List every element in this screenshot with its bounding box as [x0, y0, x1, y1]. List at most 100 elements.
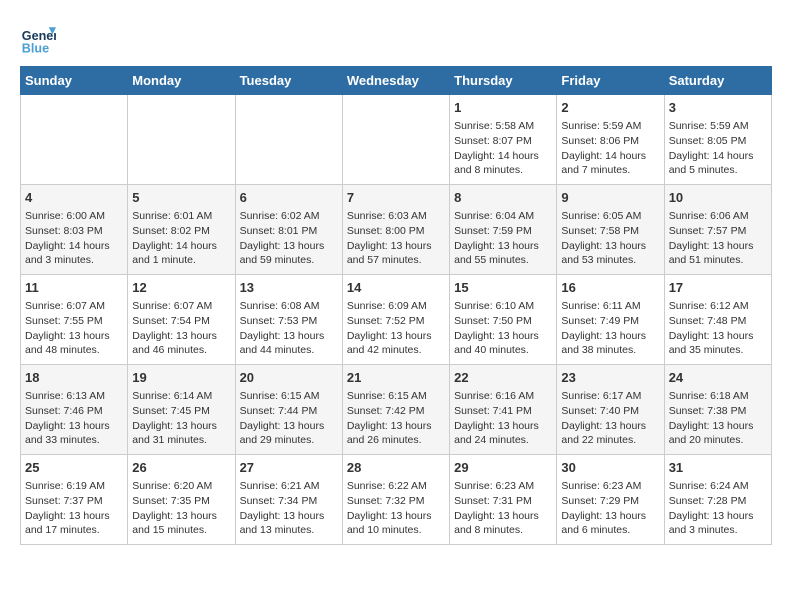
- day-detail: Sunrise: 6:20 AM Sunset: 7:35 PM Dayligh…: [132, 479, 230, 538]
- day-number: 19: [132, 369, 230, 387]
- logo-icon: General Blue: [20, 20, 56, 56]
- day-number: 12: [132, 279, 230, 297]
- day-detail: Sunrise: 6:00 AM Sunset: 8:03 PM Dayligh…: [25, 209, 123, 268]
- day-detail: Sunrise: 6:18 AM Sunset: 7:38 PM Dayligh…: [669, 389, 767, 448]
- calendar-cell: 1 Sunrise: 5:58 AM Sunset: 8:07 PM Daylig…: [450, 95, 557, 185]
- calendar-cell: 28 Sunrise: 6:22 AM Sunset: 7:32 PM Dayli…: [342, 455, 449, 545]
- day-number: 2: [561, 99, 659, 117]
- calendar-cell: 15 Sunrise: 6:10 AM Sunset: 7:50 PM Dayli…: [450, 275, 557, 365]
- calendar-table: SundayMondayTuesdayWednesdayThursdayFrid…: [20, 66, 772, 545]
- header-day-friday: Friday: [557, 67, 664, 95]
- day-detail: Sunrise: 6:22 AM Sunset: 7:32 PM Dayligh…: [347, 479, 445, 538]
- day-detail: Sunrise: 6:19 AM Sunset: 7:37 PM Dayligh…: [25, 479, 123, 538]
- day-number: 14: [347, 279, 445, 297]
- day-detail: Sunrise: 6:15 AM Sunset: 7:42 PM Dayligh…: [347, 389, 445, 448]
- logo: General Blue: [20, 20, 60, 56]
- calendar-cell: 23Sunrise: 6:17 AM Sunset: 7:40 PM Dayli…: [557, 365, 664, 455]
- day-number: 7: [347, 189, 445, 207]
- calendar-cell: 5Sunrise: 6:01 AM Sunset: 8:02 PM Daylig…: [128, 185, 235, 275]
- calendar-week-4: 18 Sunrise: 6:13 AM Sunset: 7:46 PM Dayli…: [21, 365, 772, 455]
- calendar-cell: 7 Sunrise: 6:03 AM Sunset: 8:00 PM Daylig…: [342, 185, 449, 275]
- calendar-cell: 27Sunrise: 6:21 AM Sunset: 7:34 PM Dayli…: [235, 455, 342, 545]
- calendar-header-row: SundayMondayTuesdayWednesdayThursdayFrid…: [21, 67, 772, 95]
- day-number: 30: [561, 459, 659, 477]
- day-detail: Sunrise: 6:07 AM Sunset: 7:54 PM Dayligh…: [132, 299, 230, 358]
- day-number: 24: [669, 369, 767, 387]
- header-day-sunday: Sunday: [21, 67, 128, 95]
- day-number: 27: [240, 459, 338, 477]
- day-detail: Sunrise: 6:24 AM Sunset: 7:28 PM Dayligh…: [669, 479, 767, 538]
- day-detail: Sunrise: 6:11 AM Sunset: 7:49 PM Dayligh…: [561, 299, 659, 358]
- header-day-wednesday: Wednesday: [342, 67, 449, 95]
- day-detail: Sunrise: 5:59 AM Sunset: 8:05 PM Dayligh…: [669, 119, 767, 178]
- day-detail: Sunrise: 6:01 AM Sunset: 8:02 PM Dayligh…: [132, 209, 230, 268]
- day-detail: Sunrise: 6:05 AM Sunset: 7:58 PM Dayligh…: [561, 209, 659, 268]
- day-number: 26: [132, 459, 230, 477]
- calendar-cell: 21 Sunrise: 6:15 AM Sunset: 7:42 PM Dayli…: [342, 365, 449, 455]
- page-header: General Blue: [20, 20, 772, 56]
- day-number: 8: [454, 189, 552, 207]
- calendar-cell: 13 Sunrise: 6:08 AM Sunset: 7:53 PM Dayli…: [235, 275, 342, 365]
- calendar-week-2: 4 Sunrise: 6:00 AM Sunset: 8:03 PM Daylig…: [21, 185, 772, 275]
- day-number: 1: [454, 99, 552, 117]
- day-number: 21: [347, 369, 445, 387]
- calendar-week-5: 25 Sunrise: 6:19 AM Sunset: 7:37 PM Dayli…: [21, 455, 772, 545]
- calendar-cell: 26 Sunrise: 6:20 AM Sunset: 7:35 PM Dayli…: [128, 455, 235, 545]
- calendar-cell: [21, 95, 128, 185]
- calendar-cell: 24 Sunrise: 6:18 AM Sunset: 7:38 PM Dayli…: [664, 365, 771, 455]
- calendar-cell: 20Sunrise: 6:15 AM Sunset: 7:44 PM Dayli…: [235, 365, 342, 455]
- day-number: 17: [669, 279, 767, 297]
- calendar-week-1: 1 Sunrise: 5:58 AM Sunset: 8:07 PM Daylig…: [21, 95, 772, 185]
- day-detail: Sunrise: 6:08 AM Sunset: 7:53 PM Dayligh…: [240, 299, 338, 358]
- calendar-cell: 3 Sunrise: 5:59 AM Sunset: 8:05 PM Daylig…: [664, 95, 771, 185]
- calendar-cell: 31Sunrise: 6:24 AM Sunset: 7:28 PM Dayli…: [664, 455, 771, 545]
- calendar-cell: 4 Sunrise: 6:00 AM Sunset: 8:03 PM Daylig…: [21, 185, 128, 275]
- calendar-cell: 11Sunrise: 6:07 AM Sunset: 7:55 PM Dayli…: [21, 275, 128, 365]
- day-number: 15: [454, 279, 552, 297]
- day-detail: Sunrise: 6:14 AM Sunset: 7:45 PM Dayligh…: [132, 389, 230, 448]
- calendar-cell: [342, 95, 449, 185]
- calendar-cell: 19 Sunrise: 6:14 AM Sunset: 7:45 PM Dayli…: [128, 365, 235, 455]
- day-detail: Sunrise: 6:15 AM Sunset: 7:44 PM Dayligh…: [240, 389, 338, 448]
- day-detail: Sunrise: 6:04 AM Sunset: 7:59 PM Dayligh…: [454, 209, 552, 268]
- calendar-cell: 29Sunrise: 6:23 AM Sunset: 7:31 PM Dayli…: [450, 455, 557, 545]
- day-number: 28: [347, 459, 445, 477]
- day-detail: Sunrise: 6:03 AM Sunset: 8:00 PM Dayligh…: [347, 209, 445, 268]
- day-detail: Sunrise: 6:10 AM Sunset: 7:50 PM Dayligh…: [454, 299, 552, 358]
- calendar-cell: 16 Sunrise: 6:11 AM Sunset: 7:49 PM Dayli…: [557, 275, 664, 365]
- calendar-cell: 22 Sunrise: 6:16 AM Sunset: 7:41 PM Dayli…: [450, 365, 557, 455]
- svg-text:Blue: Blue: [22, 41, 49, 55]
- day-detail: Sunrise: 6:07 AM Sunset: 7:55 PM Dayligh…: [25, 299, 123, 358]
- calendar-week-3: 11Sunrise: 6:07 AM Sunset: 7:55 PM Dayli…: [21, 275, 772, 365]
- day-detail: Sunrise: 6:02 AM Sunset: 8:01 PM Dayligh…: [240, 209, 338, 268]
- day-number: 18: [25, 369, 123, 387]
- day-number: 10: [669, 189, 767, 207]
- calendar-cell: 25 Sunrise: 6:19 AM Sunset: 7:37 PM Dayli…: [21, 455, 128, 545]
- day-detail: Sunrise: 5:59 AM Sunset: 8:06 PM Dayligh…: [561, 119, 659, 178]
- calendar-cell: 14 Sunrise: 6:09 AM Sunset: 7:52 PM Dayli…: [342, 275, 449, 365]
- day-detail: Sunrise: 6:12 AM Sunset: 7:48 PM Dayligh…: [669, 299, 767, 358]
- day-number: 13: [240, 279, 338, 297]
- day-number: 23: [561, 369, 659, 387]
- day-number: 25: [25, 459, 123, 477]
- day-detail: Sunrise: 6:23 AM Sunset: 7:29 PM Dayligh…: [561, 479, 659, 538]
- day-detail: Sunrise: 6:16 AM Sunset: 7:41 PM Dayligh…: [454, 389, 552, 448]
- calendar-cell: 10Sunrise: 6:06 AM Sunset: 7:57 PM Dayli…: [664, 185, 771, 275]
- calendar-cell: 12 Sunrise: 6:07 AM Sunset: 7:54 PM Dayli…: [128, 275, 235, 365]
- calendar-cell: [235, 95, 342, 185]
- day-detail: Sunrise: 6:13 AM Sunset: 7:46 PM Dayligh…: [25, 389, 123, 448]
- header-day-monday: Monday: [128, 67, 235, 95]
- day-number: 4: [25, 189, 123, 207]
- calendar-cell: 8 Sunrise: 6:04 AM Sunset: 7:59 PM Daylig…: [450, 185, 557, 275]
- day-number: 16: [561, 279, 659, 297]
- calendar-cell: [128, 95, 235, 185]
- calendar-cell: 2 Sunrise: 5:59 AM Sunset: 8:06 PM Daylig…: [557, 95, 664, 185]
- header-day-thursday: Thursday: [450, 67, 557, 95]
- day-detail: Sunrise: 6:09 AM Sunset: 7:52 PM Dayligh…: [347, 299, 445, 358]
- day-number: 3: [669, 99, 767, 117]
- day-detail: Sunrise: 5:58 AM Sunset: 8:07 PM Dayligh…: [454, 119, 552, 178]
- calendar-cell: 9Sunrise: 6:05 AM Sunset: 7:58 PM Daylig…: [557, 185, 664, 275]
- day-number: 6: [240, 189, 338, 207]
- day-number: 22: [454, 369, 552, 387]
- day-detail: Sunrise: 6:23 AM Sunset: 7:31 PM Dayligh…: [454, 479, 552, 538]
